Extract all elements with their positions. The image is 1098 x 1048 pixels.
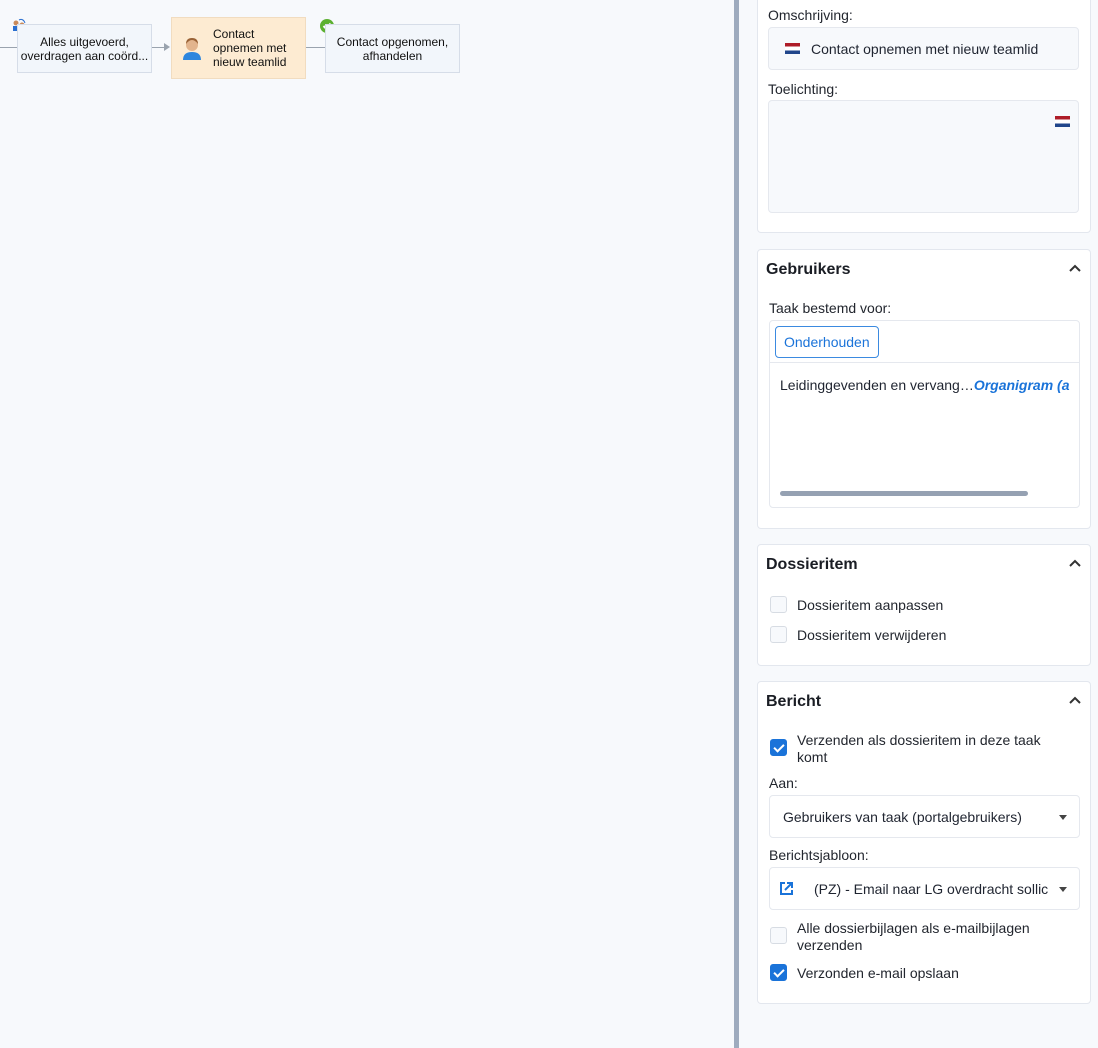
bijlagen-checkbox[interactable] (770, 927, 787, 944)
dossieritem-verwijderen-checkbox[interactable] (770, 626, 787, 643)
gebruikers-card: Gebruikers Taak bestemd voor: Onderhoude… (757, 249, 1091, 529)
dossieritem-aanpassen-checkbox[interactable] (770, 596, 787, 613)
berichtsjabloon-select[interactable]: (PZ) - Email naar LG overdracht sollic (769, 867, 1080, 910)
horizontal-scrollbar[interactable] (780, 491, 1028, 496)
section-title: Bericht (766, 693, 822, 710)
caret-down-icon (1059, 815, 1067, 820)
section-title: Gebruikers (766, 261, 851, 278)
omschrijving-label: Omschrijving: (768, 7, 853, 23)
section-title: Dossieritem (766, 556, 858, 573)
dutch-flag-icon (785, 43, 800, 54)
onderhouden-button[interactable]: Onderhouden (775, 326, 879, 358)
caret-down-icon (1059, 887, 1067, 892)
toelichting-field[interactable] (768, 100, 1079, 213)
arrow-icon (164, 43, 170, 51)
users-table: Onderhouden Leidinggevenden en vervang…O… (769, 320, 1080, 508)
external-link-icon[interactable] (779, 881, 794, 896)
workflow-node-active[interactable]: Contact opnemen met nieuw teamlid (171, 17, 306, 79)
verzenden-checkbox[interactable] (770, 739, 787, 756)
connector (0, 47, 17, 48)
table-row: Leidinggevenden en vervang…Organigram (a (780, 377, 1070, 393)
workflow-node[interactable]: Alles uitgevoerd, overdragen aan coörd..… (17, 24, 152, 73)
aan-select[interactable]: Gebruikers van taak (portalgebruikers) (769, 795, 1080, 838)
dutch-flag-icon (1055, 116, 1070, 127)
bericht-card: Bericht Verzenden als dossieritem in dez… (757, 681, 1091, 1004)
organigram-link[interactable]: Organigram (a (974, 377, 1070, 393)
chevron-up-icon[interactable] (1068, 694, 1082, 708)
details-card: Omschrijving: Contact opnemen met nieuw … (757, 0, 1091, 233)
opslaan-checkbox[interactable] (770, 964, 787, 981)
dossieritem-card: Dossieritem Dossieritem aanpassen Dossie… (757, 544, 1091, 666)
taak-label: Taak bestemd voor: (769, 300, 892, 316)
omschrijving-value: Contact opnemen met nieuw teamlid (811, 41, 1039, 57)
toelichting-label: Toelichting: (768, 81, 839, 97)
connector (306, 47, 326, 48)
workflow-node[interactable]: Contact opgenomen, afhandelen (325, 24, 460, 73)
omschrijving-field[interactable]: Contact opnemen met nieuw teamlid (768, 27, 1079, 70)
chevron-up-icon[interactable] (1068, 262, 1082, 276)
user-avatar-icon (181, 36, 203, 60)
chevron-up-icon[interactable] (1068, 557, 1082, 571)
